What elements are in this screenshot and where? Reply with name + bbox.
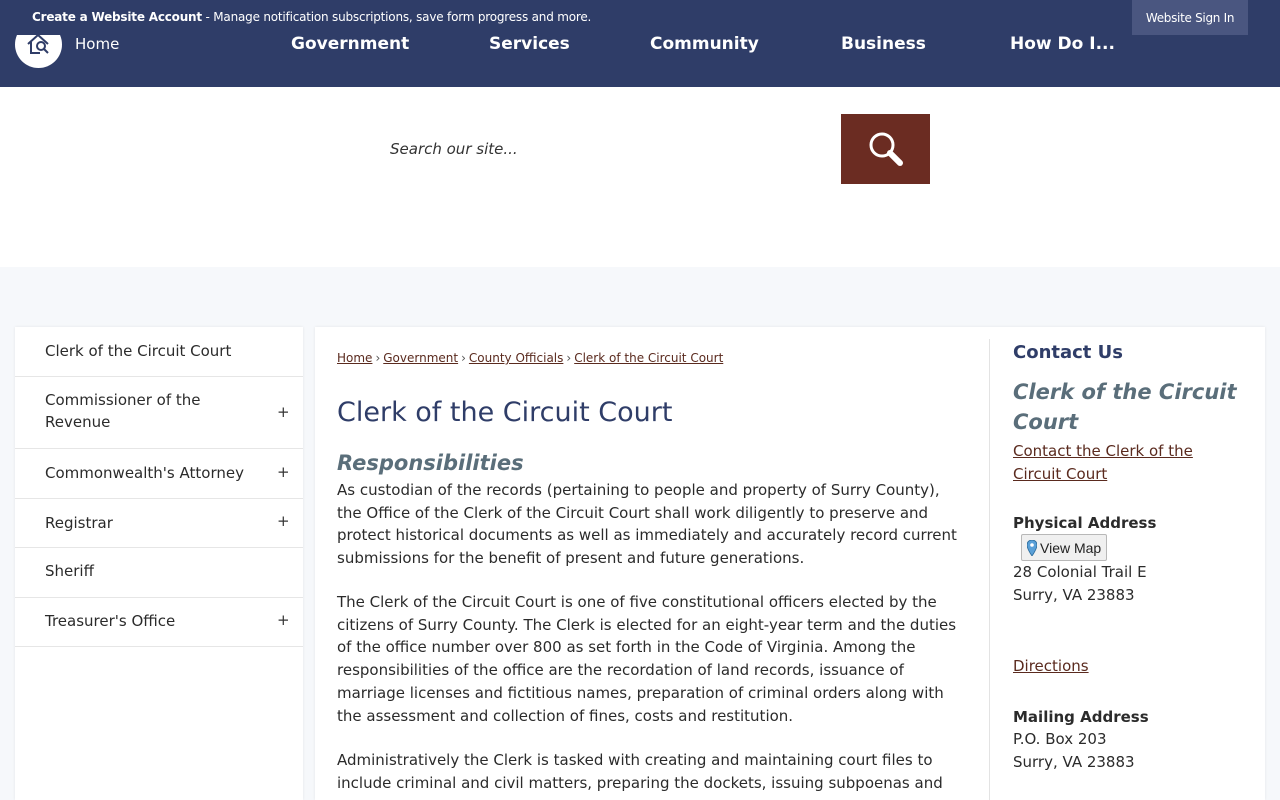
paragraph-3: Administratively the Clerk is tasked wit…	[337, 751, 943, 792]
nav-home[interactable]: Home	[75, 35, 119, 53]
column-divider	[989, 339, 990, 800]
expand-icon[interactable]: +	[277, 463, 290, 481]
sidebar-item-registrar[interactable]: Registrar +	[15, 499, 303, 548]
contact-title: Contact Us	[1013, 342, 1124, 363]
sidebar-item-clerk[interactable]: Clerk of the Circuit Court	[15, 327, 303, 377]
breadcrumb-separator: ›	[375, 351, 381, 365]
view-map-label: View Map	[1040, 539, 1102, 556]
paragraph-2: The Clerk of the Circuit Court is one of…	[337, 593, 957, 725]
breadcrumb-separator: ›	[461, 351, 466, 365]
sidebar-item-label: Sheriff	[45, 562, 94, 580]
sidebar-item-commissioner[interactable]: Commissioner of the Revenue +	[15, 377, 303, 449]
search-icon	[869, 132, 903, 166]
breadcrumb-clerk[interactable]: Clerk of the Circuit Court	[574, 351, 723, 365]
physical-address-line1: 28 Colonial Trail E	[1013, 563, 1147, 581]
sidebar-item-sheriff[interactable]: Sheriff	[15, 548, 303, 598]
sidebar-item-label: Registrar	[45, 514, 113, 532]
sidebar-item-label: Commonwealth's Attorney	[45, 464, 244, 482]
nav-business[interactable]: Business	[841, 34, 926, 54]
create-account-description: - Manage notification subscriptions, sav…	[201, 10, 592, 24]
map-pin-icon	[1027, 539, 1037, 556]
paragraph-1: As custodian of the records (pertaining …	[337, 481, 957, 568]
breadcrumb: Home › Government › County Officials › Clerk o…	[337, 351, 723, 365]
create-account-link[interactable]: Create a Website Account - Manage notifi…	[32, 10, 591, 24]
mailing-address-line2: Surry, VA 23883	[1013, 753, 1135, 771]
physical-address-line2: Surry, VA 23883	[1013, 586, 1135, 604]
home-search-icon	[27, 33, 49, 54]
search-button[interactable]	[841, 114, 930, 184]
create-account-title: Create a Website Account	[32, 10, 202, 24]
sidebar-item-label: Treasurer's Office	[45, 612, 176, 630]
sidebar-nav: Clerk of the Circuit Court Commissioner …	[15, 327, 303, 800]
search-input[interactable]	[378, 114, 840, 184]
section-heading: Responsibilities	[337, 451, 524, 475]
breadcrumb-home[interactable]: Home	[337, 351, 372, 365]
main-content: Home › Government › County Officials › Clerk o…	[315, 327, 1265, 800]
physical-address-label: Physical Address	[1013, 514, 1157, 532]
expand-icon[interactable]: +	[277, 611, 290, 629]
contact-clerk-link[interactable]: Contact the Clerk of the Circuit Court	[1013, 440, 1233, 486]
nav-how-do-i[interactable]: How Do I...	[1010, 34, 1115, 54]
breadcrumb-government[interactable]: Government	[383, 351, 458, 365]
nav-community[interactable]: Community	[650, 34, 759, 54]
sidebar-item-label: Clerk of the Circuit Court	[45, 342, 232, 360]
sidebar-item-label: Commissioner of the Revenue	[45, 391, 201, 431]
breadcrumb-county-officials[interactable]: County Officials	[469, 351, 563, 365]
page-title: Clerk of the Circuit Court	[337, 397, 673, 428]
breadcrumb-separator: ›	[566, 351, 572, 365]
sidebar-item-commonwealth[interactable]: Commonwealth's Attorney +	[15, 449, 303, 499]
nav-services[interactable]: Services	[489, 34, 570, 54]
sidebar-item-treasurer[interactable]: Treasurer's Office +	[15, 598, 303, 647]
view-map-button[interactable]: View Map	[1021, 534, 1108, 561]
search-area	[0, 87, 1280, 267]
contact-name: Clerk of the Circuit Court	[1013, 380, 1237, 434]
website-sign-in-button[interactable]: Website Sign In	[1132, 0, 1248, 35]
directions-link[interactable]: Directions	[1013, 657, 1089, 675]
expand-icon[interactable]: +	[277, 512, 290, 530]
notification-bar: Create a Website Account - Manage notifi…	[0, 0, 1280, 35]
mailing-address-line1: P.O. Box 203	[1013, 730, 1107, 748]
mailing-address-label: Mailing Address	[1013, 708, 1149, 726]
nav-government[interactable]: Government	[291, 34, 409, 54]
expand-icon[interactable]: +	[277, 403, 290, 421]
